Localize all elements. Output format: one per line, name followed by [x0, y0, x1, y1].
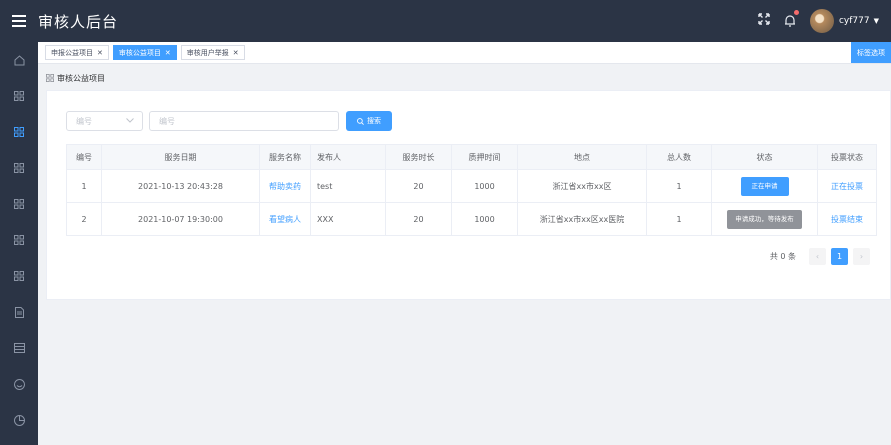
- chevron-down-icon: [126, 117, 134, 125]
- breadcrumb: 审核公益项目: [46, 73, 105, 84]
- status-button[interactable]: 正在申请: [740, 176, 789, 196]
- service-name-link[interactable]: 看望病人: [259, 202, 311, 236]
- header-vote-status: 投票状态: [817, 144, 877, 170]
- tag-shenhe-project[interactable]: 审核公益项目 ✕: [112, 45, 177, 60]
- next-page-button[interactable]: ›: [853, 248, 870, 265]
- app-title: 审核人后台: [38, 12, 119, 31]
- grid-icon[interactable]: [0, 222, 38, 258]
- filter-bar: 编号 搜索: [66, 111, 392, 131]
- grid-icon[interactable]: [0, 78, 38, 114]
- cell-duration: 20: [385, 202, 452, 236]
- content-card: 编号 搜索 编号 服务日期 服务名称 发布人 服务时长 质押时间 地点 总人数: [46, 90, 891, 300]
- header-total: 总人数: [646, 144, 712, 170]
- search-icon: [357, 117, 364, 125]
- cell-total: 1: [646, 169, 712, 203]
- hamburger-menu-icon[interactable]: [0, 0, 38, 42]
- status-button[interactable]: 申请成功，等待发布: [727, 209, 802, 229]
- avatar[interactable]: [809, 9, 834, 33]
- cell-date: 2021-10-07 19:30:00: [101, 202, 260, 236]
- vote-status-link[interactable]: 投票结束: [817, 202, 877, 236]
- header-service-name: 服务名称: [259, 144, 311, 170]
- sidebar: [0, 42, 38, 445]
- header-date: 服务日期: [101, 144, 260, 170]
- cell-publisher: XXX: [310, 202, 386, 236]
- caret-down-icon[interactable]: ▼: [874, 17, 879, 25]
- cell-status: 正在申请: [711, 169, 818, 203]
- tag-shenbao[interactable]: 申报公益项目 ✕: [45, 45, 109, 60]
- fullscreen-icon[interactable]: [758, 13, 770, 29]
- tag-label: 审核公益项目: [118, 48, 161, 57]
- data-table: 编号 服务日期 服务名称 发布人 服务时长 质押时间 地点 总人数 状态 投票状…: [66, 144, 877, 236]
- grid-icon[interactable]: [0, 258, 38, 294]
- header-duration: 服务时长: [385, 144, 452, 170]
- search-button[interactable]: 搜索: [346, 111, 392, 131]
- header-status: 状态: [711, 144, 818, 170]
- table-row: 1 2021-10-13 20:43:28 帮助卖药 test 20 1000 …: [66, 169, 877, 203]
- header-pledge-time: 质押时间: [451, 144, 518, 170]
- cell-status: 申请成功，等待发布: [711, 202, 818, 236]
- user-name[interactable]: cyf777: [839, 16, 870, 26]
- grid-icon[interactable]: [0, 150, 38, 186]
- prev-page-button[interactable]: ‹: [809, 248, 826, 265]
- header-publisher: 发布人: [310, 144, 386, 170]
- notification-bell-icon[interactable]: [784, 9, 799, 31]
- breadcrumb-label: 审核公益项目: [57, 74, 105, 83]
- cell-publisher: test: [310, 169, 386, 203]
- tag-label: 审核用户举报: [186, 48, 229, 57]
- vote-status-link[interactable]: 正在投票: [817, 169, 877, 203]
- cell-total: 1: [646, 202, 712, 236]
- cell-date: 2021-10-13 20:43:28: [101, 169, 260, 203]
- service-name-link[interactable]: 帮助卖药: [259, 169, 311, 203]
- cell-location: 浙江省xx市xx区: [517, 169, 647, 203]
- select-placeholder: 编号: [76, 116, 92, 126]
- table-row: 2 2021-10-07 19:30:00 看望病人 XXX 20 1000 浙…: [66, 202, 877, 236]
- notification-dot: [793, 9, 799, 15]
- grid-icon[interactable]: [0, 114, 38, 150]
- field-select[interactable]: 编号: [66, 111, 143, 131]
- top-bar: 审核人后台 cyf777 ▼: [0, 0, 891, 42]
- grid-icon[interactable]: [0, 186, 38, 222]
- page-number[interactable]: 1: [831, 248, 848, 265]
- cell-id: 1: [66, 169, 102, 203]
- tag-shenhe-report[interactable]: 审核用户举报 ✕: [180, 45, 245, 60]
- tag-options-button[interactable]: 标签选项: [851, 42, 891, 63]
- cell-pledge: 1000: [451, 169, 518, 203]
- search-input[interactable]: [149, 111, 339, 131]
- home-icon[interactable]: [0, 42, 38, 78]
- close-icon[interactable]: ✕: [165, 49, 171, 57]
- document-icon[interactable]: [0, 294, 38, 330]
- list-icon[interactable]: [0, 330, 38, 366]
- close-icon[interactable]: ✕: [97, 49, 103, 57]
- tag-label: 申报公益项目: [51, 48, 93, 57]
- cell-location: 浙江省xx市xx区xx医院: [517, 202, 647, 236]
- cell-id: 2: [66, 202, 102, 236]
- pagination-total: 共 0 条: [769, 252, 796, 261]
- header-id: 编号: [66, 144, 102, 170]
- smile-icon[interactable]: [0, 366, 38, 402]
- table-header-row: 编号 服务日期 服务名称 发布人 服务时长 质押时间 地点 总人数 状态 投票状…: [66, 144, 877, 170]
- close-icon[interactable]: ✕: [233, 49, 239, 57]
- cell-pledge: 1000: [451, 202, 518, 236]
- grid-icon: [46, 73, 54, 84]
- tags-bar: 申报公益项目 ✕ 审核公益项目 ✕ 审核用户举报 ✕ 标签选项: [38, 42, 891, 64]
- header-location: 地点: [517, 144, 647, 170]
- cell-duration: 20: [385, 169, 452, 203]
- pagination: 共 0 条 ‹ 1 ›: [770, 248, 870, 265]
- search-label: 搜索: [367, 117, 381, 125]
- pie-chart-icon[interactable]: [0, 402, 38, 438]
